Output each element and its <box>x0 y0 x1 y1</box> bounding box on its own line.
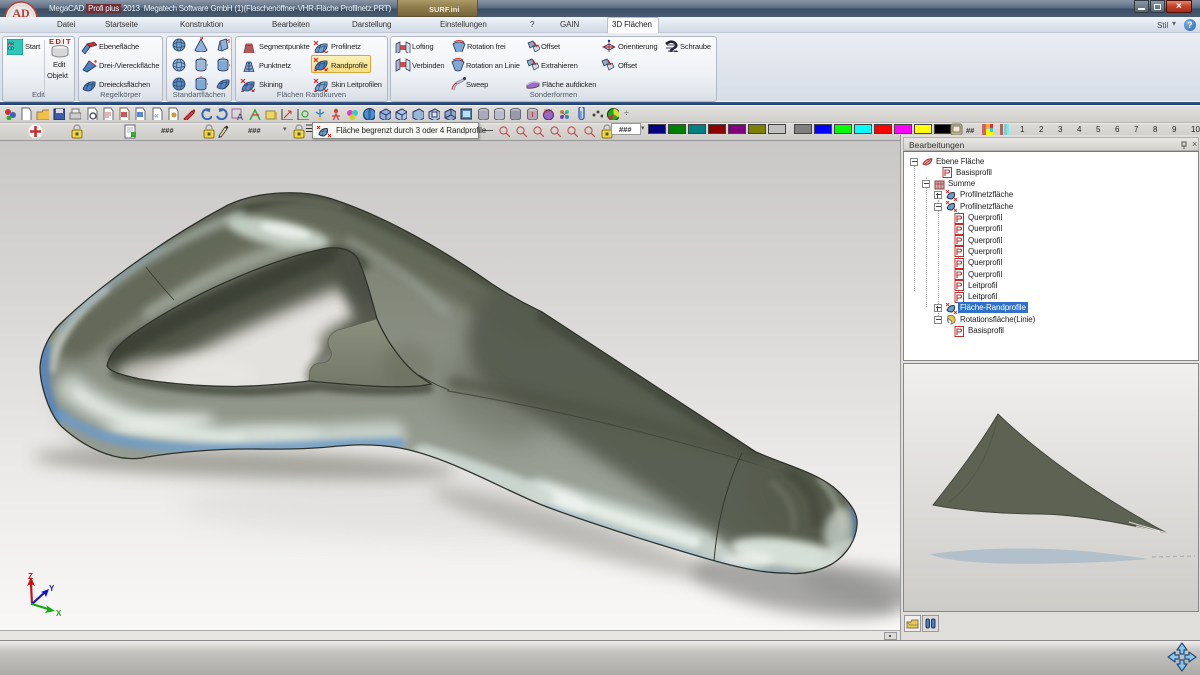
svg-text:«: « <box>154 111 159 120</box>
svg-text:Z: Z <box>28 572 33 581</box>
svg-text:CD: CD <box>8 46 14 52</box>
svg-text:SPLI: SPLI <box>544 109 554 115</box>
svg-text:Y: Y <box>49 584 55 593</box>
svg-text:X: X <box>56 609 62 618</box>
svg-text:A: A <box>237 112 243 120</box>
